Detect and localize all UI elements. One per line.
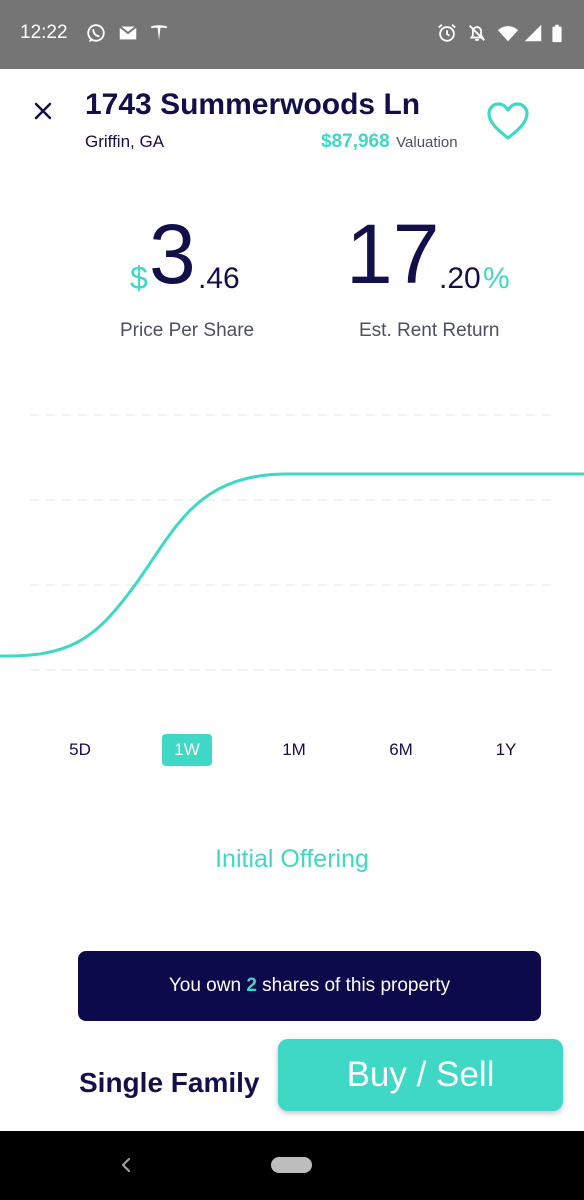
range-1m[interactable]: 1M	[270, 734, 318, 766]
notifications-off-icon	[469, 25, 485, 41]
rent-value: 17 .20 %	[340, 210, 530, 305]
rent-percent: %	[483, 262, 510, 295]
range-1w[interactable]: 1W	[162, 734, 212, 766]
gmail-icon	[119, 25, 137, 40]
initial-offering-label: Initial Offering	[215, 845, 369, 873]
rent-decimal: .20	[439, 262, 481, 295]
ownership-suffix: shares of this property	[262, 975, 451, 996]
range-5d[interactable]: 5D	[56, 734, 104, 766]
home-pill-button[interactable]	[271, 1157, 312, 1173]
property-type-heading: Single Family	[79, 1067, 260, 1098]
range-6m[interactable]: 6M	[377, 734, 425, 766]
buy-sell-button[interactable]: Buy / Sell	[278, 1039, 563, 1111]
est-rent-return: 17 .20 % Est. Rent Return	[340, 210, 530, 341]
alarm-icon	[438, 24, 456, 42]
status-bar: 12:22	[0, 0, 584, 69]
wifi-icon	[497, 26, 519, 42]
share-count: 2	[246, 975, 257, 996]
price-decimal: .46	[198, 262, 240, 295]
currency-symbol: $	[130, 260, 148, 296]
battery-icon	[552, 24, 562, 43]
tesla-icon	[150, 25, 168, 41]
ownership-prefix: You own	[168, 975, 242, 996]
property-city: Griffin, GA	[85, 132, 165, 151]
valuation: $87,968 Valuation	[321, 131, 458, 153]
close-icon[interactable]	[28, 96, 58, 126]
status-time: 12:22	[20, 22, 68, 43]
price-label: Price Per Share	[120, 320, 255, 341]
valuation-label: Valuation	[396, 134, 458, 151]
price-integer: 3	[149, 207, 196, 301]
time-range-selector: 5D 1W 1M 6M 1Y	[0, 734, 584, 768]
rent-label: Est. Rent Return	[359, 320, 500, 341]
price-per-share: $ 3 .46 Price Per Share	[120, 210, 270, 341]
ownership-banner: You own 2 shares of this property	[78, 951, 541, 1021]
back-icon[interactable]	[112, 1151, 140, 1179]
rent-integer: 17	[346, 207, 440, 301]
price-value: $ 3 .46	[120, 210, 270, 305]
price-line	[0, 472, 584, 658]
price-chart	[0, 414, 584, 671]
favorite-heart-icon[interactable]	[485, 100, 531, 142]
whatsapp-icon	[87, 24, 105, 43]
range-1y[interactable]: 1Y	[482, 734, 530, 766]
valuation-amount: $87,968	[321, 131, 390, 152]
property-title: 1743 Summerwoods Ln	[85, 88, 421, 121]
signal-icon	[524, 24, 542, 42]
